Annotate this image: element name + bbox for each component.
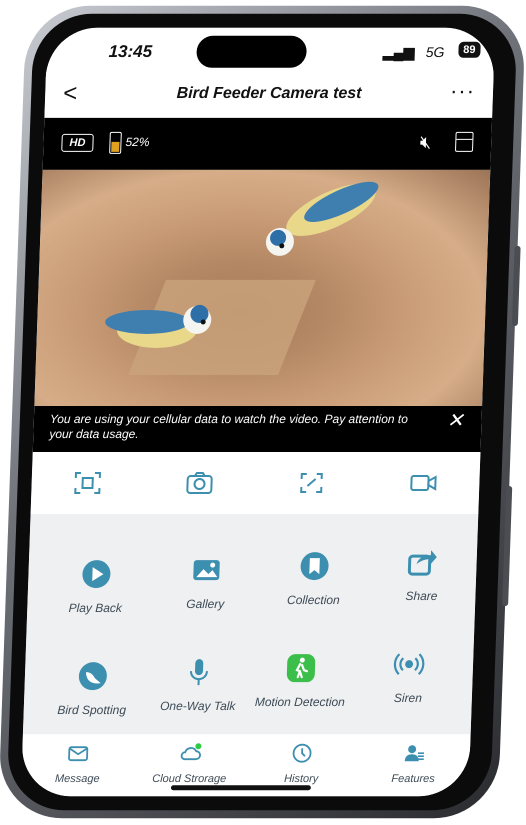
tab-label: History xyxy=(283,773,319,786)
notice-text: You are using your cellular data to watc… xyxy=(49,412,409,442)
camera-icon[interactable] xyxy=(185,471,214,495)
feature-label: Share xyxy=(405,589,438,604)
layout-icon[interactable] xyxy=(454,131,474,152)
bookmark-icon xyxy=(300,552,329,581)
close-icon[interactable]: ✕ xyxy=(446,410,464,432)
tab-label: Features xyxy=(391,773,435,786)
tab-features[interactable]: Features xyxy=(363,734,465,796)
feature-collection[interactable]: Collection xyxy=(263,550,365,607)
feature-siren[interactable]: Siren xyxy=(358,648,460,705)
play-icon xyxy=(82,560,111,589)
feature-play-back[interactable]: Play Back xyxy=(45,558,147,615)
microphone-icon xyxy=(189,659,208,686)
app-screen: 13:45 ▂▄▆ 5G 89 < Bird Feeder Camera tes… xyxy=(20,27,496,797)
bird-icon xyxy=(78,662,107,691)
fullscreen-icon[interactable] xyxy=(297,471,326,495)
gallery-icon xyxy=(193,560,220,581)
dynamic-island xyxy=(196,35,308,68)
video-toolbar xyxy=(30,452,481,515)
clock-icon xyxy=(292,743,312,763)
share-icon xyxy=(407,550,437,576)
home-indicator[interactable] xyxy=(170,785,311,791)
page-title: Bird Feeder Camera test xyxy=(176,84,362,102)
screen-capture-icon[interactable] xyxy=(73,471,102,495)
camera-battery-fill xyxy=(111,141,120,152)
tab-message[interactable]: Message xyxy=(27,734,129,796)
feature-label: Collection xyxy=(286,593,340,608)
feature-gallery[interactable]: Gallery xyxy=(155,554,257,611)
feature-label: Gallery xyxy=(186,597,225,612)
camera-battery-level: 52% xyxy=(125,134,150,149)
feature-bird-spotting[interactable]: Bird Spotting xyxy=(41,660,143,717)
feature-one-way-talk[interactable]: One-Way Talk xyxy=(148,656,250,713)
signal-icon: ▂▄▆ xyxy=(382,43,415,60)
tab-label: Message xyxy=(54,773,100,786)
feature-label: One-Way Talk xyxy=(159,699,236,714)
feature-grid: Play Back Gallery Collection Share Bird … xyxy=(22,514,479,735)
live-video[interactable] xyxy=(34,169,491,406)
status-battery-badge: 89 xyxy=(457,41,481,58)
more-icon[interactable]: ··· xyxy=(450,78,476,104)
blue-tit-bird-top xyxy=(265,181,379,256)
video-record-icon[interactable] xyxy=(409,471,438,495)
mail-icon xyxy=(68,746,89,762)
speaker-mute-icon[interactable]: 🔇︎ xyxy=(420,132,432,153)
siren-icon xyxy=(393,653,425,675)
feature-label: Play Back xyxy=(68,601,123,616)
user-card-icon xyxy=(404,745,425,762)
network-label: 5G xyxy=(425,43,445,60)
feature-share[interactable]: Share xyxy=(371,546,473,603)
person-walking-icon xyxy=(286,654,316,683)
data-usage-notice: You are using your cellular data to watc… xyxy=(32,405,483,453)
camera-battery-icon xyxy=(109,131,122,154)
bottom-tab-bar: Message Cloud Strorage History Features xyxy=(20,734,471,797)
feature-motion-detection[interactable]: Motion Detection xyxy=(250,652,352,709)
video-top-bar: HD 52% 🔇︎ xyxy=(42,117,493,170)
feature-label: Bird Spotting xyxy=(57,703,127,718)
power-button xyxy=(511,245,521,326)
blue-tit-bird-bottom xyxy=(105,304,212,348)
tab-label: Cloud Strorage xyxy=(152,773,227,786)
feature-label: Motion Detection xyxy=(254,695,346,710)
cloud-icon xyxy=(180,743,202,761)
feature-label: Siren xyxy=(393,691,423,706)
quality-button[interactable]: HD xyxy=(61,133,94,152)
status-time: 13:45 xyxy=(108,41,153,61)
nav-bar: < Bird Feeder Camera test ··· xyxy=(44,71,494,118)
side-button xyxy=(502,486,513,607)
